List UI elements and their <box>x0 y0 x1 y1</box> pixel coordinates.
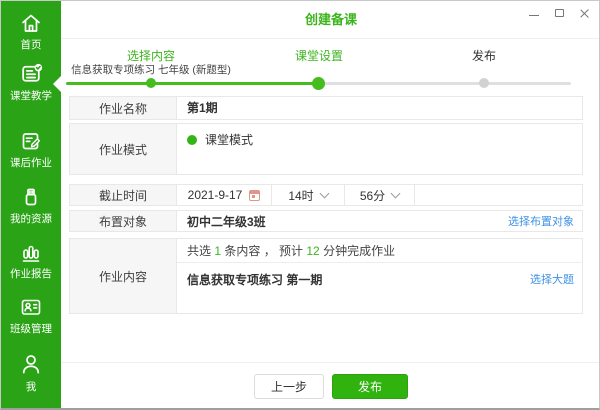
homework-name-input[interactable]: 第1期 <box>177 97 582 119</box>
homework-name-row: 作业名称 第1期 <box>69 96 583 120</box>
select-questions-link[interactable]: 选择大题 <box>530 271 574 287</box>
step-select-content-subtitle: 信息获取专项练习 七年级 (新题型) <box>71 64 231 76</box>
active-item-notch <box>53 76 61 92</box>
radio-selected-icon <box>187 134 197 145</box>
sidebar-item-label: 班级管理 <box>10 323 52 335</box>
summary-mid: 条内容 ， 预计 <box>221 244 307 258</box>
minute-value: 56分 <box>359 188 386 203</box>
homework-report-icon <box>1 240 61 264</box>
header: 创建备课 <box>61 1 599 39</box>
date-value: 2021-9-17 <box>187 188 243 202</box>
home-icon <box>1 11 61 35</box>
content-summary: 共选 1 条内容 ， 预计 12 分钟完成作业 <box>177 239 582 263</box>
app-window: 首页 课堂教学 课后作业 我的资源 作业报告 班级管理 我 创建备课 选择内容 … <box>0 0 600 410</box>
sidebar-item-label: 我 <box>25 381 37 393</box>
sidebar-item-class-management[interactable]: 班级管理 <box>1 295 61 336</box>
stepper-progress <box>66 82 319 85</box>
close-icon[interactable] <box>580 9 589 18</box>
sidebar-item-me[interactable]: 我 <box>1 351 61 394</box>
sidebar-item-homework-report[interactable]: 作业报告 <box>1 240 61 281</box>
selected-count: 1 <box>214 243 222 258</box>
step-class-settings: 课堂设置 <box>294 49 343 63</box>
summary-suffix: 分钟完成作业 <box>319 244 396 258</box>
sidebar-item-home[interactable]: 首页 <box>1 11 61 52</box>
calendar-icon <box>249 189 261 201</box>
homework-content-row: 作业内容 共选 1 条内容 ， 预计 12 分钟完成作业 信息获取专项练习 第一… <box>69 238 583 314</box>
chevron-down-icon <box>319 188 330 198</box>
homework-mode-label: 作业模式 <box>70 124 177 174</box>
window-controls <box>529 1 589 25</box>
assign-target-label: 布置对象 <box>70 211 177 231</box>
chevron-down-icon <box>390 188 401 198</box>
previous-step-button[interactable]: 上一步 <box>254 374 324 399</box>
maximize-icon[interactable] <box>555 9 564 17</box>
step-dot-current <box>312 77 325 90</box>
sidebar-item-after-class-homework[interactable]: 课后作业 <box>1 129 61 170</box>
sidebar-item-label: 课后作业 <box>10 157 52 169</box>
deadline-label: 截止时间 <box>70 185 177 205</box>
step-dot-pending <box>479 78 489 88</box>
classroom-mode-option-label: 课堂模式 <box>205 133 254 147</box>
footer-divider <box>61 362 599 363</box>
assign-target-value: 初中二年级3班 <box>187 214 266 229</box>
page-title: 创建备课 <box>304 12 357 27</box>
minute-select[interactable]: 56分 <box>345 185 415 205</box>
assign-target-row: 布置对象 初中二年级3班 选择布置对象 <box>69 210 583 232</box>
content-item-title: 信息获取专项练习 第一期 <box>187 273 323 287</box>
me-icon <box>1 351 61 377</box>
my-resources-icon <box>1 185 61 209</box>
homework-content-label: 作业内容 <box>70 239 177 313</box>
sidebar-item-label: 我的资源 <box>10 213 52 225</box>
deadline-row: 截止时间 2021-9-17 14时 56分 <box>69 184 583 206</box>
summary-prefix: 共选 <box>187 244 215 258</box>
sidebar-item-my-resources[interactable]: 我的资源 <box>1 185 61 226</box>
homework-mode-row: 作业模式 课堂模式 <box>69 123 583 175</box>
after-class-homework-icon <box>1 129 61 153</box>
sidebar-item-label: 课堂教学 <box>10 90 52 102</box>
step-dot-done <box>146 78 156 88</box>
classroom-mode-radio[interactable]: 课堂模式 <box>177 124 582 155</box>
hour-select[interactable]: 14时 <box>272 185 345 205</box>
select-target-link[interactable]: 选择布置对象 <box>508 213 574 229</box>
sidebar-item-label: 首页 <box>20 39 42 51</box>
estimated-minutes: 12 <box>306 243 320 258</box>
date-picker[interactable]: 2021-9-17 <box>177 185 272 205</box>
class-management-icon <box>1 295 61 319</box>
publish-button[interactable]: 发布 <box>332 374 408 399</box>
hour-value: 14时 <box>288 188 314 203</box>
step-publish: 发布 <box>471 49 496 63</box>
minimize-icon[interactable] <box>529 14 539 16</box>
sidebar-item-label: 作业报告 <box>10 268 52 280</box>
homework-name-label: 作业名称 <box>70 97 177 119</box>
